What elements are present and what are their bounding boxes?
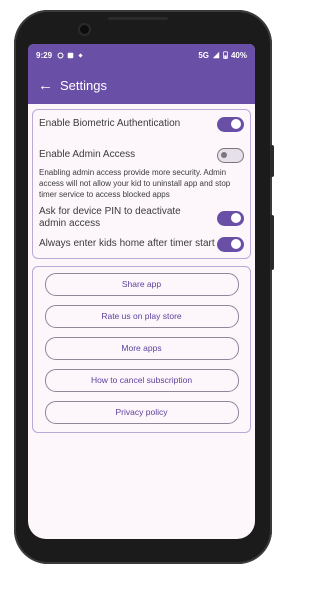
admin-access-row: Enable Admin Access [39,145,244,165]
status-bar: 9:29 5G 40% [28,44,255,66]
power-button [270,145,274,177]
biometric-toggle[interactable] [217,116,244,132]
battery-level: 40% [230,50,247,60]
toggle-knob [231,239,241,249]
speaker-grille [108,17,168,20]
app-status-icon [67,52,74,58]
front-camera [80,25,89,34]
network-type: 5G [198,50,209,60]
vpn-status-icon [78,52,83,58]
signal-icon [212,51,220,59]
biometric-row: Enable Biometric Authentication [39,114,244,134]
more-apps-button[interactable]: More apps [44,337,239,360]
rate-app-button[interactable]: Rate us on play store [44,305,239,328]
privacy-policy-button[interactable]: Privacy policy [44,401,239,424]
back-arrow-icon[interactable]: ← [38,77,56,94]
phone-screen: 9:29 5G 40% ← Settings Enable Biometric … [28,44,255,539]
cancel-subscription-button[interactable]: How to cancel subscription [44,369,239,392]
toggle-knob [231,213,241,223]
admin-access-label: Enable Admin Access [39,149,136,160]
biometric-label: Enable Biometric Authentication [39,118,181,129]
device-pin-toggle[interactable] [217,210,244,226]
app-bar: ← Settings [28,66,255,104]
admin-access-toggle[interactable] [217,147,244,163]
kids-home-label: Always enter kids home after timer start [39,238,215,249]
settings-status-icon [57,52,64,58]
toggle-knob [231,119,241,129]
volume-button [270,215,274,270]
device-pin-row: Ask for device PIN to deactivate admin a… [39,206,244,230]
page-title: Settings [60,77,107,93]
kids-home-toggle[interactable] [217,236,244,252]
status-time: 9:29 [36,50,53,60]
device-pin-label: Ask for device PIN to deactivate admin a… [39,206,181,229]
kids-home-row: Always enter kids home after timer start [39,234,244,254]
actions-card: Share app Rate us on play store More app… [32,266,251,433]
admin-access-description: Enabling admin access provide more secur… [39,168,231,199]
battery-icon [223,51,228,59]
status-right-group: 5G 40% [198,51,247,60]
settings-card: Enable Biometric Authentication Enable A… [32,109,251,259]
share-app-button[interactable]: Share app [44,273,239,296]
toggle-knob [221,151,227,158]
